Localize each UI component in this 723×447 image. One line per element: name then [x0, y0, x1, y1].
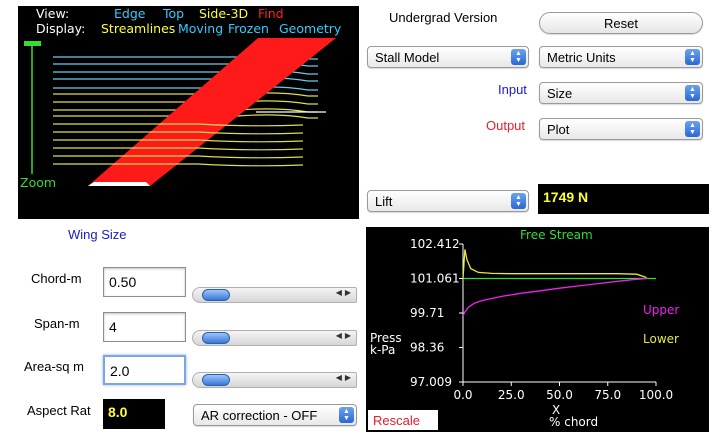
view-canvas[interactable]: View: Edge Top Side-3D Find Display: Str… [18, 6, 359, 219]
span-slider[interactable]: ◀▶ [192, 330, 357, 346]
view-edge-option[interactable]: Edge [114, 6, 145, 21]
slider-arrows-icon[interactable]: ◀▶ [336, 331, 354, 340]
display-frozen-option[interactable]: Frozen [228, 21, 269, 36]
reset-button[interactable]: Reset [539, 12, 703, 34]
wing-size-title: Wing Size [68, 227, 127, 242]
chord-slider[interactable]: ◀▶ [192, 287, 357, 303]
y-axis-label-unit: k-Pa [370, 343, 396, 357]
area-slider-thumb[interactable] [202, 374, 230, 386]
result-select[interactable]: Lift ▲ ▼ [367, 190, 529, 212]
span-slider-thumb[interactable] [202, 332, 230, 344]
display-streamlines-option[interactable]: Streamlines [101, 21, 175, 36]
area-input[interactable]: 2.0 [103, 355, 186, 385]
input-select-value: Size [547, 86, 573, 101]
output-label: Output [486, 118, 526, 133]
units-select[interactable]: Metric Units ▲ ▼ [539, 46, 703, 68]
chord-slider-thumb[interactable] [202, 289, 230, 301]
x-tick-label: 100.0 [639, 388, 673, 402]
series-line-lower [462, 249, 647, 279]
y-tick-label: 98.36 [410, 340, 444, 354]
area-slider[interactable]: ◀▶ [192, 372, 357, 388]
pressure-chart: 102.412 101.061 99.71 98.36 97.0090.0 25.0 50.… [410, 237, 673, 402]
result-value: 1749 N [538, 184, 709, 214]
y-tick-label: 102.412 [410, 237, 460, 251]
legend-lower: Lower [643, 332, 679, 346]
span-input[interactable]: 4 [103, 312, 186, 342]
x-tick-label: 50.0 [546, 388, 573, 402]
view-label: View: [36, 6, 70, 21]
view-top-option[interactable]: Top [163, 6, 184, 21]
slider-arrows-icon[interactable]: ◀▶ [336, 288, 354, 297]
rescale-button[interactable]: Rescale [368, 410, 438, 430]
streamline [53, 86, 318, 91]
select-arrow-icon: ▲ ▼ [511, 193, 526, 209]
ar-correction-select[interactable]: AR correction - OFF ▲ ▼ [193, 404, 357, 426]
display-geometry-option[interactable]: Geometry [279, 21, 341, 36]
x-tick-label: 75.0 [594, 388, 621, 402]
x-tick-label: 0.0 [453, 388, 472, 402]
select-arrow-icon: ▲ ▼ [511, 49, 526, 65]
y-tick-label: 101.061 [410, 272, 460, 286]
x-axis-label-unit: % chord [549, 415, 599, 429]
view-find-option[interactable]: Find [258, 6, 284, 21]
select-arrow-icon: ▲ ▼ [685, 85, 700, 101]
legend-upper: Upper [643, 303, 680, 317]
series-line-upper [462, 277, 647, 317]
chord-label: Chord-m [31, 271, 82, 286]
select-arrow-icon: ▲ ▼ [685, 49, 700, 65]
display-label: Display: [36, 21, 86, 36]
streamline [53, 163, 304, 167]
aspect-ratio-label: Aspect Rat [27, 403, 91, 418]
output-select[interactable]: Plot ▲ ▼ [539, 118, 703, 140]
input-label: Input [498, 82, 527, 97]
pressure-plot: 102.412 101.061 99.71 98.36 97.009 0.0 25.0 50.… [366, 227, 709, 432]
area-label: Area-sq m [24, 359, 84, 374]
select-arrow-icon: ▲ ▼ [339, 407, 354, 423]
streamline [53, 92, 318, 97]
y-tick-label: 97.009 [410, 375, 452, 389]
y-tick-label: 99.71 [410, 306, 444, 320]
slider-arrows-icon[interactable]: ◀▶ [336, 373, 354, 382]
span-label: Span-m [34, 316, 80, 331]
ar-correction-value: AR correction - OFF [201, 408, 318, 423]
wing-root [88, 182, 150, 186]
result-select-value: Lift [375, 194, 393, 209]
units-select-value: Metric Units [547, 50, 616, 65]
display-moving-option[interactable]: Moving [178, 21, 223, 36]
select-arrow-icon: ▲ ▼ [685, 121, 700, 137]
aspect-ratio-value: 8.0 [103, 399, 165, 429]
free-stream-label: Free Stream [520, 228, 593, 242]
input-select[interactable]: Size ▲ ▼ [539, 82, 703, 104]
model-select[interactable]: Stall Model ▲ ▼ [367, 46, 529, 68]
streamline-display [24, 38, 336, 186]
chord-input[interactable]: 0.50 [103, 267, 186, 297]
version-label: Undergrad Version [389, 10, 498, 25]
model-select-value: Stall Model [375, 50, 440, 65]
view-side3d-option[interactable]: Side-3D [199, 6, 248, 21]
zoom-label: Zoom [20, 175, 57, 190]
output-select-value: Plot [547, 122, 570, 137]
zoom-slider-thumb [24, 41, 41, 46]
x-tick-label: 25.0 [498, 388, 525, 402]
